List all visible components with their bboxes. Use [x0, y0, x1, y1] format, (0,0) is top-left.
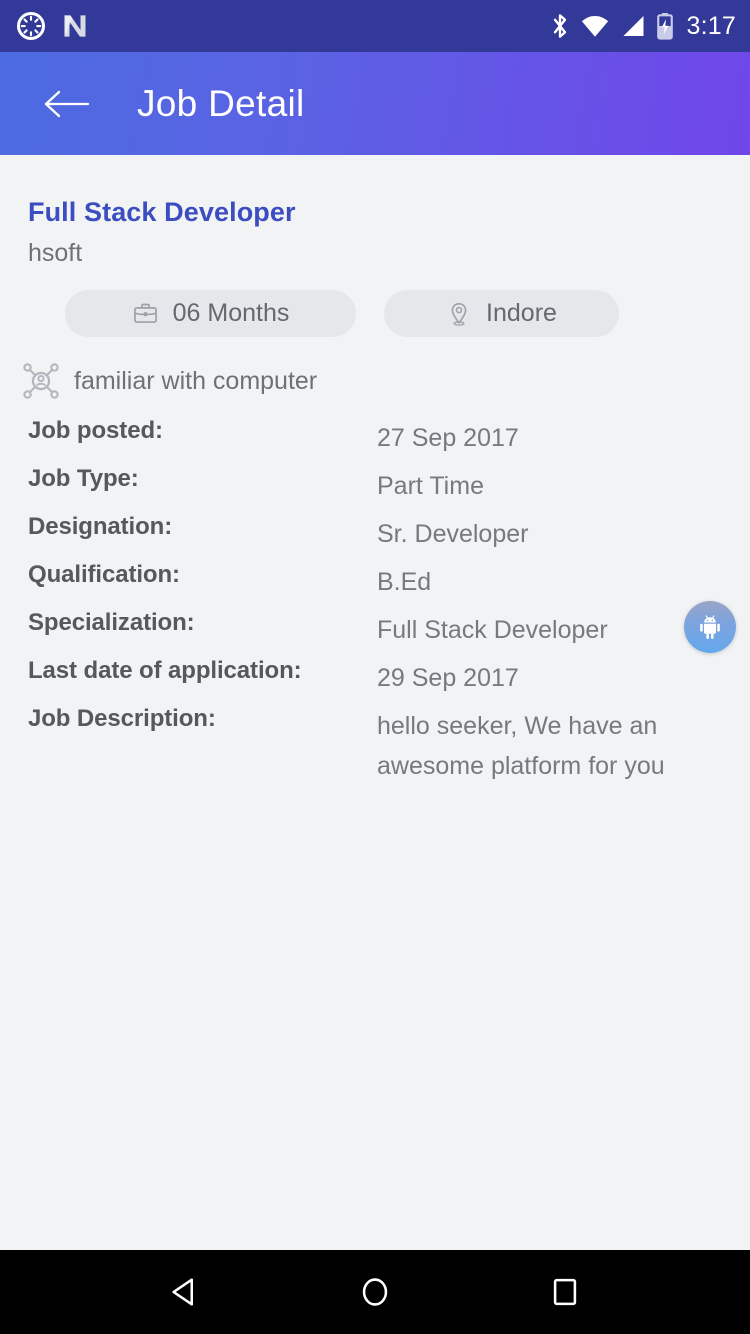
status-bar: 3:17 [0, 0, 750, 52]
android-navigation-bar [0, 1250, 750, 1334]
nav-home-button[interactable] [333, 1250, 417, 1334]
skill-label: familiar with computer [74, 366, 318, 395]
back-button[interactable] [38, 75, 96, 133]
table-row: Job posted: 27 Sep 2017 [0, 417, 750, 465]
nav-back-triangle-icon [172, 1278, 194, 1306]
chip-duration-label: 06 Months [172, 299, 290, 327]
detail-label: Specialization: [28, 609, 195, 636]
page-title: Job Detail [137, 82, 305, 124]
detail-value: hello seeker, We have an awesome platfor… [377, 712, 665, 780]
job-detail-table: Job posted: 27 Sep 2017 Job Type: Part T… [0, 417, 750, 801]
chip-duration[interactable]: 06 Months [65, 290, 356, 337]
table-row: Qualification: B.Ed [0, 561, 750, 609]
detail-value: Sr. Developer [377, 520, 529, 548]
table-row: Last date of application: 29 Sep 2017 [0, 657, 750, 705]
android-nougat-icon [64, 15, 86, 37]
wifi-icon [581, 16, 608, 37]
detail-label: Designation: [28, 513, 173, 540]
skills-network-icon [23, 363, 59, 399]
android-robot-icon [700, 615, 720, 639]
chip-location[interactable]: Indore [384, 290, 619, 337]
nav-home-circle-icon [362, 1278, 388, 1306]
detail-value: Part Time [377, 472, 484, 500]
status-bar-left-icons [16, 11, 549, 41]
job-detail-content: Full Stack Developer hsoft 06 Months Ind… [0, 155, 750, 1250]
battery-charging-icon [656, 13, 673, 40]
detail-value: B.Ed [377, 568, 432, 596]
company-name: hsoft [28, 239, 83, 267]
status-bar-clock: 3:17 [686, 11, 736, 40]
detail-label: Job Description: [28, 705, 216, 732]
detail-label: Job posted: [28, 417, 163, 444]
job-title: Full Stack Developer [28, 197, 296, 227]
status-bar-right-icons: 3:17 [549, 11, 736, 41]
table-row: Job Type: Part Time [0, 465, 750, 513]
nav-recents-button[interactable] [523, 1250, 607, 1334]
arrow-left-icon [44, 90, 90, 117]
cellular-signal-icon [622, 15, 644, 37]
location-pin-icon [451, 302, 467, 326]
detail-value: Full Stack Developer [377, 616, 608, 644]
floating-android-bubble[interactable] [684, 601, 736, 653]
skill-row: familiar with computer [20, 360, 317, 402]
bluetooth-icon [553, 14, 566, 38]
detail-value: 27 Sep 2017 [377, 424, 519, 452]
table-row: Designation: Sr. Developer [0, 513, 750, 561]
table-row: Specialization: Full Stack Developer [0, 609, 750, 657]
nav-recents-square-icon [553, 1278, 577, 1306]
chip-location-label: Indore [486, 299, 557, 327]
detail-label: Last date of application: [28, 657, 302, 684]
nav-back-button[interactable] [143, 1250, 227, 1334]
phone-screen: 3:17 Job Detail Full Stack Developer hso… [0, 0, 750, 1334]
app-bar: Job Detail [0, 52, 750, 155]
detail-label: Qualification: [28, 561, 180, 588]
clock-sync-icon [17, 12, 45, 40]
table-row: Job Description: hello seeker, We have a… [0, 705, 750, 801]
detail-label: Job Type: [28, 465, 139, 492]
detail-value: 29 Sep 2017 [377, 664, 519, 692]
briefcase-icon [133, 303, 157, 323]
